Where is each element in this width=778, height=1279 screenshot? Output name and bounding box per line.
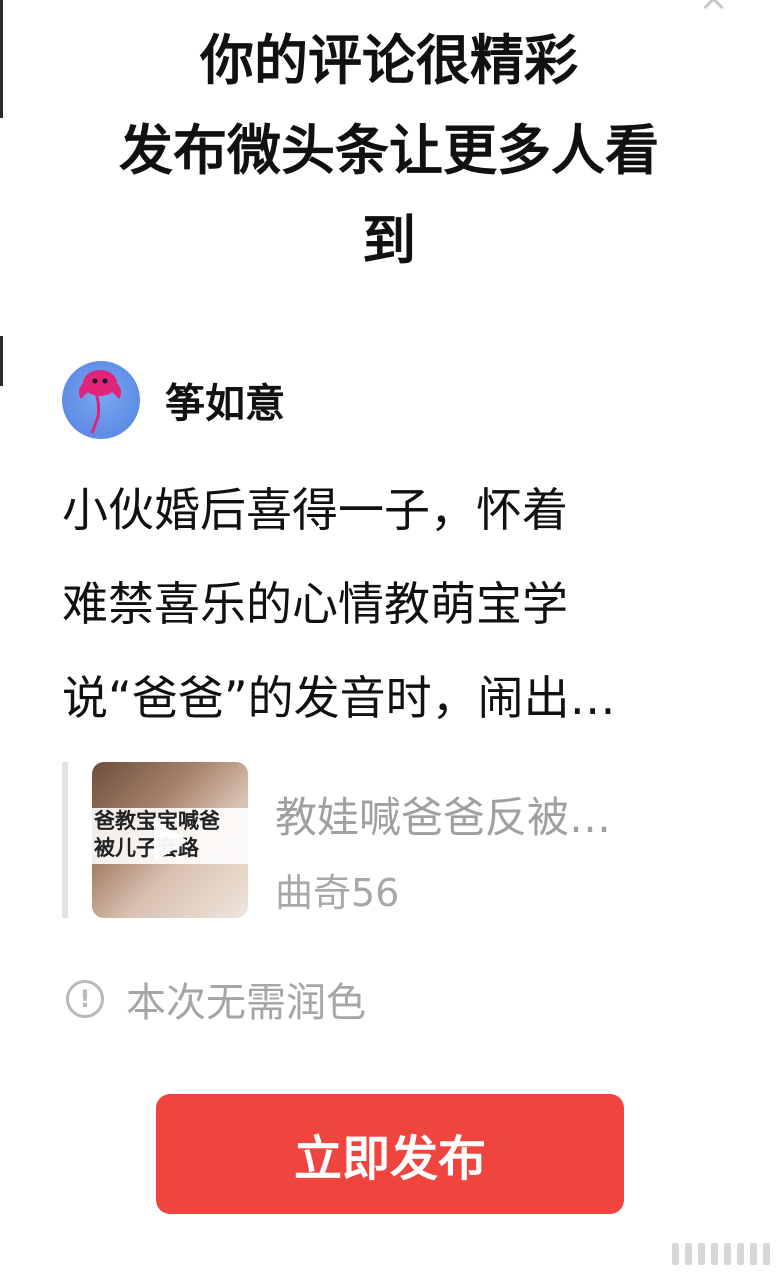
publish-button[interactable]: 立即发布 <box>156 1094 624 1214</box>
video-thumbnail[interactable]: 爸教宝宝喊爸 被儿子套路 <box>92 762 248 918</box>
info-icon: ! <box>66 980 104 1018</box>
avatar <box>62 361 140 439</box>
headline-line: 到 <box>362 209 416 272</box>
edge-shadow <box>0 0 3 118</box>
watermark-bars <box>672 1243 770 1265</box>
edge-shadow <box>0 336 3 386</box>
post-line: 难禁喜乐的心情教萌宝学 <box>62 577 568 631</box>
play-icon <box>154 820 188 862</box>
quote-bar <box>62 762 68 918</box>
headline-line: 发布微头条让更多人看 <box>119 119 659 182</box>
post-line: 说“爸爸”的发音时，闹出… <box>62 671 616 725</box>
linked-video-card[interactable]: 爸教宝宝喊爸 被儿子套路 教娃喊爸爸反被… 曲奇56 <box>62 762 722 918</box>
publish-dialog: 你的评论很精彩 发布微头条让更多人看 到 筝如意 小伙婚后喜得一子，怀着 难禁喜… <box>0 0 778 1279</box>
dialog-headline: 你的评论很精彩 发布微头条让更多人看 到 <box>60 16 718 286</box>
author-name: 筝如意 <box>165 381 285 427</box>
card-source: 曲奇56 <box>275 871 400 915</box>
author-row: 筝如意 <box>62 360 285 440</box>
close-icon[interactable] <box>700 0 726 12</box>
headline-line: 你的评论很精彩 <box>200 29 578 92</box>
card-title: 教娃喊爸爸反被… <box>275 793 612 842</box>
post-text: 小伙婚后喜得一子，怀着 难禁喜乐的心情教萌宝学 说“爸爸”的发音时，闹出… <box>62 463 722 745</box>
post-line: 小伙婚后喜得一子，怀着 <box>62 483 568 537</box>
polish-note: ! 本次无需润色 <box>66 970 366 1028</box>
kite-avatar-icon <box>78 370 122 434</box>
note-text: 本次无需润色 <box>126 980 366 1026</box>
